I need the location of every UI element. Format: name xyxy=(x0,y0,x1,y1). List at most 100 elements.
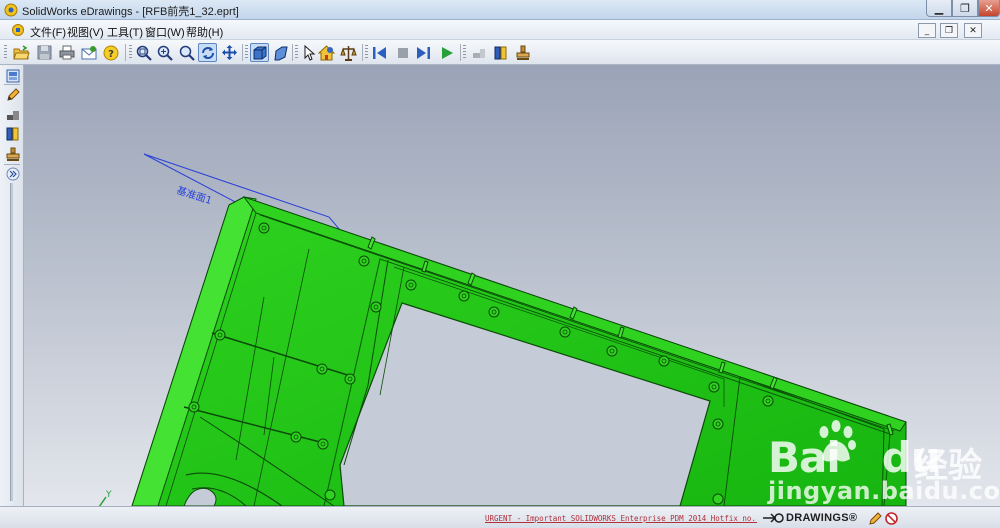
toolbar-separator xyxy=(362,44,363,61)
left-toolbar-separator xyxy=(4,164,20,165)
menu-window[interactable]: 窗口(W) xyxy=(145,24,185,40)
toolbar-grip[interactable] xyxy=(365,45,368,60)
toolbar-grip[interactable] xyxy=(4,45,7,60)
measure-tool-icon xyxy=(6,110,19,120)
edrawings-logo-icon xyxy=(763,513,784,523)
next-button[interactable] xyxy=(414,43,433,62)
home-icon xyxy=(318,44,335,60)
section-icon xyxy=(494,46,506,59)
axis-triad: X Y xyxy=(98,490,112,506)
rotate-button[interactable] xyxy=(198,43,217,62)
toolbar-separator xyxy=(125,44,126,61)
stamp-button[interactable] xyxy=(513,43,532,62)
news-ticker[interactable]: URGENT - Important SOLIDWORKS Enterprise… xyxy=(481,512,757,525)
section-button[interactable] xyxy=(491,43,510,62)
edrawings-brand[interactable]: DRAWINGS® xyxy=(762,511,857,525)
status-bar: URGENT - Important SOLIDWORKS Enterprise… xyxy=(0,506,1000,528)
window-title: SolidWorks eDrawings - [RFB前壳1_32.eprt] xyxy=(22,6,239,18)
previous-button[interactable] xyxy=(370,43,389,62)
stamp-tool-button[interactable] xyxy=(5,146,20,161)
toolbar-grip[interactable] xyxy=(295,45,298,60)
doc-minimize-button[interactable]: _ xyxy=(918,23,936,38)
pencil-icon xyxy=(868,511,882,525)
play-icon xyxy=(441,46,453,59)
left-toolbar-scroll-track[interactable] xyxy=(10,183,13,501)
open-icon xyxy=(13,45,30,60)
print-button[interactable] xyxy=(57,43,76,62)
stop-icon xyxy=(397,47,408,58)
help-button[interactable]: ? xyxy=(101,43,120,62)
toolbar-grip[interactable] xyxy=(463,45,466,60)
zoom-to-fit-icon xyxy=(136,45,152,61)
no-entry-status-button[interactable] xyxy=(884,511,898,525)
brand-label: DRAWINGS® xyxy=(786,512,858,524)
close-icon: ✕ xyxy=(984,1,994,15)
doc-close-icon: ✕ xyxy=(969,25,977,36)
doc-close-button[interactable]: ✕ xyxy=(964,23,982,38)
menu-view[interactable]: 视图(V) xyxy=(67,24,104,40)
no-entry-icon xyxy=(884,511,898,525)
zoom-to-fit-button[interactable] xyxy=(134,43,153,62)
measure-icon xyxy=(340,45,357,61)
zoom-in-out-button[interactable] xyxy=(155,43,174,62)
main-toolbar: ? xyxy=(0,40,1000,65)
shaded-view-button[interactable] xyxy=(250,43,269,62)
left-toolbar-separator xyxy=(4,84,20,85)
play-button[interactable] xyxy=(437,43,456,62)
section-tool-button[interactable] xyxy=(5,126,20,141)
menu-help[interactable]: 帮助(H) xyxy=(186,24,223,40)
stop-button[interactable] xyxy=(393,43,412,62)
pencil-icon xyxy=(6,87,20,101)
menu-bar: 文件(F) 视图(V) 工具(T) 窗口(W) 帮助(H) _ ❐ ✕ xyxy=(0,20,1000,40)
baidu-url-text: jingyan.baidu.com xyxy=(768,477,1000,505)
edrawings-app-icon xyxy=(4,3,18,17)
rotate-icon xyxy=(201,46,214,59)
toolbar-separator xyxy=(242,44,243,61)
section-tool-icon xyxy=(6,127,18,140)
open-button[interactable] xyxy=(12,43,31,62)
pan-button[interactable] xyxy=(220,43,239,62)
previous-icon xyxy=(373,46,386,59)
restore-icon: ❐ xyxy=(960,1,970,15)
window-restore-button[interactable]: ❐ xyxy=(952,0,978,17)
expand-button[interactable] xyxy=(5,166,20,181)
pencil-button[interactable] xyxy=(5,87,20,102)
document-icon[interactable] xyxy=(11,23,25,37)
measure-tool-button[interactable] xyxy=(5,107,20,122)
toolbar-grip[interactable] xyxy=(129,45,132,60)
zoom-to-area-icon xyxy=(179,45,195,61)
menu-tools[interactable]: 工具(T) xyxy=(107,24,143,40)
select-button[interactable] xyxy=(299,43,318,62)
components-icon xyxy=(6,69,19,82)
doc-restore-button[interactable]: ❐ xyxy=(940,23,958,38)
expand-icon xyxy=(6,167,19,180)
window-close-button[interactable]: ✕ xyxy=(978,0,1000,17)
send-button[interactable] xyxy=(79,43,98,62)
save-icon xyxy=(37,45,52,60)
components-button[interactable] xyxy=(5,68,20,83)
toolbar-grip[interactable] xyxy=(245,45,248,60)
graphics-viewport[interactable]: 基准面1 Y Bai du 经验 jingyan.baidu.co xyxy=(24,65,1000,506)
news-text[interactable]: URGENT - Important SOLIDWORKS Enterprise… xyxy=(485,514,757,523)
zoom-in-out-icon xyxy=(157,45,173,61)
markup-button[interactable] xyxy=(469,43,488,62)
zoom-to-area-button[interactable] xyxy=(177,43,196,62)
toolbar-separator xyxy=(460,44,461,61)
measure-button[interactable] xyxy=(339,43,358,62)
markup-icon xyxy=(472,48,485,58)
shaded-view-icon xyxy=(253,46,266,59)
home-button[interactable] xyxy=(317,43,336,62)
next-icon xyxy=(417,46,430,59)
menu-file[interactable]: 文件(F) xyxy=(30,24,66,40)
perspective-button[interactable] xyxy=(271,43,290,62)
markup-status-button[interactable] xyxy=(868,511,882,525)
toolbar-separator xyxy=(292,44,293,61)
save-button[interactable] xyxy=(35,43,54,62)
pan-icon xyxy=(222,45,237,60)
minimize-icon: ▁ xyxy=(934,1,944,15)
stamp-tool-icon xyxy=(6,147,19,161)
print-icon xyxy=(59,45,74,60)
plane-label: 基准面1 xyxy=(175,183,214,207)
window-minimize-button[interactable]: ▁ xyxy=(926,0,952,17)
title-bar: SolidWorks eDrawings - [RFB前壳1_32.eprt] … xyxy=(0,0,1000,20)
